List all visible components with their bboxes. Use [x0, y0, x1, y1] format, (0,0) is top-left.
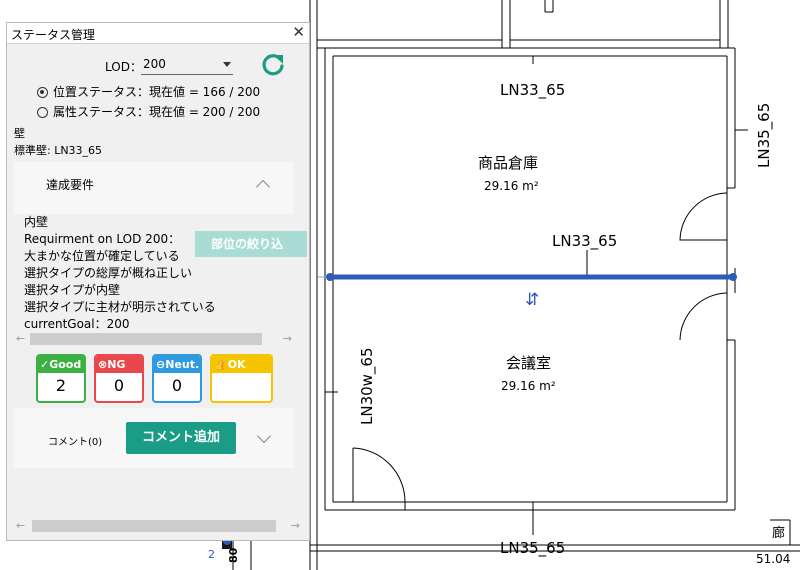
scroll-right-icon[interactable]: →: [291, 518, 300, 534]
marker-number: 2: [208, 548, 215, 561]
radio-attribute-label: 属性ステータス：現在値 = 200 / 200: [53, 105, 261, 119]
thumbs-up-icon: 👍: [214, 358, 228, 371]
status-ok-label: OK: [227, 358, 246, 371]
scroll-right-icon[interactable]: →: [283, 331, 292, 347]
status-neutral[interactable]: ⊖Neut. 0: [152, 354, 202, 403]
comment-count: コメント(0): [48, 437, 103, 448]
wall-label-right: LN35_65: [755, 103, 774, 168]
comment-section: コメント(0) コメント追加: [14, 408, 294, 468]
requirement-line: currentGoal：200: [24, 317, 130, 331]
status-ok-header: 👍OK: [212, 356, 271, 373]
corridor-name: 廊: [772, 525, 785, 541]
radio-position-status[interactable]: 位置ステータス：現在値 = 166 / 200: [37, 83, 260, 100]
chevron-down-icon: [223, 62, 231, 67]
status-panel: ステータス管理 ✕ LOD： 200 位置ステータス：現在値 = 166 / 2…: [6, 22, 310, 541]
status-neutral-label: Neut.: [165, 358, 200, 371]
wall-endpoint-left[interactable]: [326, 273, 334, 281]
requirements-scrollbar[interactable]: ← →: [14, 331, 294, 347]
requirement-line: 選択タイプの総厚が概ね正しい: [24, 266, 193, 280]
status-ng-count: 0: [113, 376, 125, 395]
corridor-area: 51.04: [756, 552, 790, 566]
status-good-count: 2: [55, 376, 67, 395]
marker-text: 80: [227, 547, 240, 563]
requirement-line: 選択タイプに主材が明示されている: [24, 300, 216, 314]
requirements-header[interactable]: 達成要件: [14, 162, 294, 214]
status-ng[interactable]: ⊗NG 0: [94, 354, 144, 403]
wall-label-left: LN30w_65: [358, 347, 377, 425]
scrollbar-thumb[interactable]: [30, 333, 262, 345]
panel-title: ステータス管理: [11, 28, 96, 42]
check-icon: ✓: [40, 358, 50, 371]
status-good-label: Good: [49, 358, 82, 371]
close-icon[interactable]: ✕: [292, 24, 305, 41]
status-ng-header: ⊗NG: [96, 356, 142, 373]
lod-label: LOD：: [105, 60, 142, 74]
radio-attribute-status[interactable]: 属性ステータス：現在値 = 200 / 200: [37, 103, 260, 120]
scroll-left-icon[interactable]: ←: [16, 331, 25, 347]
status-ok[interactable]: 👍OK: [210, 354, 273, 403]
minus-circle-icon: ⊖: [156, 358, 166, 371]
status-good[interactable]: ✓Good 2: [36, 354, 86, 403]
requirement-line: 選択タイプが内壁: [24, 283, 121, 297]
lod-value: 200: [143, 57, 166, 71]
element-category: 壁: [14, 127, 25, 140]
status-neutral-count: 0: [171, 376, 183, 395]
refresh-icon[interactable]: [259, 51, 287, 79]
chevron-down-icon[interactable]: [256, 428, 272, 444]
wall-label-bottom: LN35_65: [500, 539, 565, 558]
radio-position-label: 位置ステータス：現在値 = 166 / 200: [53, 85, 261, 99]
x-circle-icon: ⊗: [98, 358, 108, 371]
add-comment-button[interactable]: コメント追加: [126, 422, 236, 454]
radio-selected-icon[interactable]: [37, 87, 48, 98]
radio-unselected-icon[interactable]: [37, 107, 48, 118]
status-neutral-header: ⊖Neut.: [154, 356, 200, 373]
status-good-header: ✓Good: [38, 356, 84, 373]
part-filter-button[interactable]: 部位の絞り込: [195, 231, 307, 257]
wall-endpoint-right[interactable]: [729, 273, 737, 281]
flip-control-icon[interactable]: ⇵: [525, 290, 539, 310]
requirements-title: 達成要件: [46, 178, 95, 192]
room-area-storage: 29.16 m²: [484, 179, 539, 193]
chevron-up-icon[interactable]: [255, 179, 271, 195]
panel-titlebar[interactable]: ステータス管理 ✕: [7, 23, 309, 44]
wall-label-top: LN33_65: [500, 81, 565, 100]
scroll-left-icon[interactable]: ←: [16, 518, 25, 534]
wall-label-selected: LN33_65: [552, 232, 617, 251]
room-name-meeting: 会議室: [506, 354, 551, 372]
room-area-meeting: 29.16 m²: [501, 379, 556, 393]
status-ng-label: NG: [107, 358, 126, 371]
room-name-storage: 商品倉庫: [478, 154, 538, 172]
element-type: 標準壁: LN33_65: [14, 144, 103, 157]
requirement-line: 内壁: [24, 215, 49, 229]
panel-scrollbar[interactable]: ← →: [14, 518, 304, 534]
scrollbar-thumb[interactable]: [32, 520, 276, 532]
lod-dropdown[interactable]: 200: [141, 54, 233, 75]
